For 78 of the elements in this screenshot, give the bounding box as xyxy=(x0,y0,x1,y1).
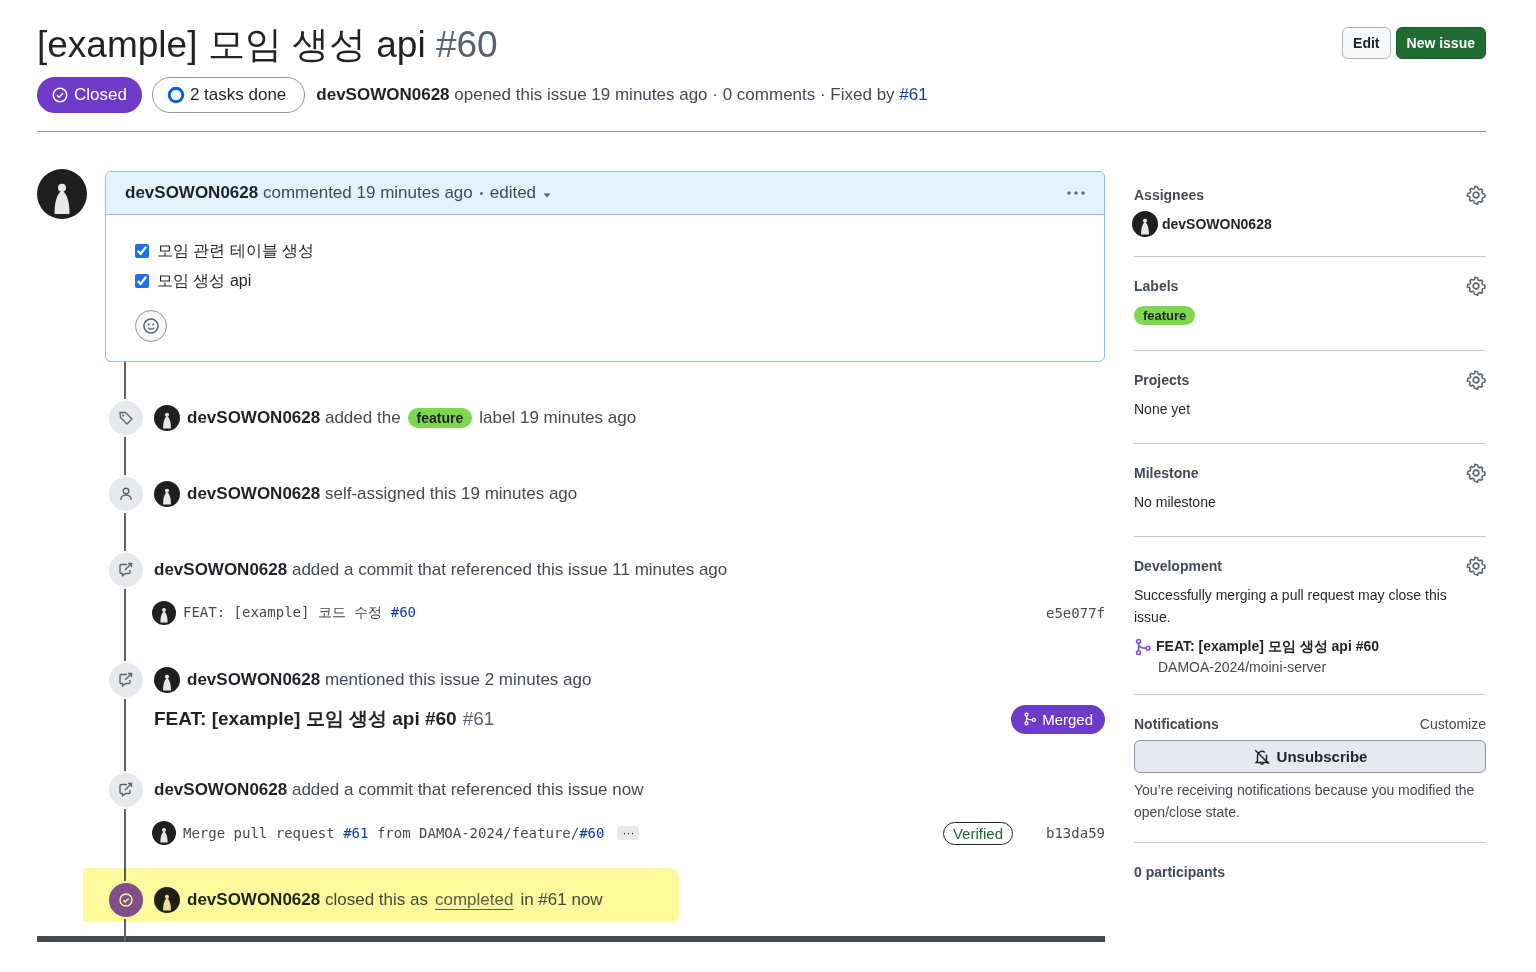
state-badge: Closed xyxy=(37,77,142,113)
settings-button[interactable] xyxy=(1466,276,1486,296)
merged-badge: Merged xyxy=(1011,704,1105,734)
label-badge: feature xyxy=(407,408,473,428)
smiley-icon xyxy=(142,317,160,335)
event-text: devSOWON0628 closed this as xyxy=(187,890,428,910)
section-title: Notifications xyxy=(1134,716,1219,732)
pull-request-number: #61 xyxy=(462,708,495,730)
section-title: Milestone xyxy=(1134,465,1199,481)
tag-icon xyxy=(118,410,134,426)
event-text: devSOWON0628 added the xyxy=(187,408,401,428)
notification-note: You’re receiving notifications because you modified the open/close state. xyxy=(1134,781,1476,822)
task-label: 모임 관련 테이블 생성 xyxy=(157,240,315,261)
event-text: devSOWON0628 self-assigned this 19 minutes ago xyxy=(187,484,578,504)
settings-button[interactable] xyxy=(1466,556,1486,576)
label-badge: feature xyxy=(1134,306,1196,325)
commit-sha[interactable]: e5e077f xyxy=(1046,605,1105,621)
settings-icon xyxy=(1466,556,1486,576)
more-icon xyxy=(1066,190,1086,196)
event-text: in #61 now xyxy=(520,890,603,910)
issue-link[interactable]: #61 xyxy=(899,85,928,104)
section-text: None yet xyxy=(1134,400,1192,419)
commit-message: FEAT: [example] 코드 수정 #60 xyxy=(183,604,416,622)
edit-button[interactable]: Edit xyxy=(1342,27,1391,59)
settings-icon xyxy=(1466,463,1486,483)
task-label: 모임 생성 api xyxy=(157,270,252,291)
section-title: Projects xyxy=(1134,372,1190,388)
assignee-link[interactable]: devSOWON0628 xyxy=(1162,216,1272,232)
commit-link[interactable]: #61 xyxy=(343,825,369,841)
avatar xyxy=(152,821,176,845)
pull-request-link[interactable]: FEAT: [example] 모임 생성 api #60 xyxy=(154,706,457,732)
settings-icon xyxy=(1466,276,1486,296)
section-title: 0 participants xyxy=(1134,864,1226,880)
expand-button[interactable]: ··· xyxy=(617,826,640,840)
event-text: devSOWON0628 mentioned this issue 2 minutes ago xyxy=(187,670,592,690)
issue-number: #60 xyxy=(434,24,498,65)
settings-button[interactable] xyxy=(1466,185,1486,205)
event-text: devSOWON0628 added a commit that referenced this issue 11 minutes ago xyxy=(154,560,728,580)
merge-icon xyxy=(1023,712,1038,726)
settings-icon xyxy=(1466,370,1486,390)
issue-meta: devSOWON0628 opened this issue 19 minutes ago · 0 comments · Fixed by #61 xyxy=(316,85,928,105)
section-text: No milestone xyxy=(1134,493,1217,512)
event-text: devSOWON0628 added a commit that referenced this issue now xyxy=(154,780,644,800)
cross-reference-icon xyxy=(118,672,134,688)
settings-icon xyxy=(1466,185,1486,205)
bell-slash-icon xyxy=(1252,747,1271,766)
avatar xyxy=(37,169,87,219)
merge-icon xyxy=(1134,638,1152,656)
edited-dropdown[interactable]: edited xyxy=(489,183,553,203)
commit-link[interactable]: #60 xyxy=(579,825,605,841)
section-title: Development xyxy=(1134,558,1222,574)
commit-link[interactable]: #60 xyxy=(390,604,416,620)
task-checkbox[interactable] xyxy=(135,274,149,288)
customize-link[interactable]: Customize xyxy=(1419,716,1486,732)
settings-button[interactable] xyxy=(1466,370,1486,390)
check-circle-icon xyxy=(51,86,69,104)
section-text: Successfully merging a pull request may close this issue. xyxy=(1134,586,1448,627)
unsubscribe-button[interactable]: Unsubscribe xyxy=(1134,740,1486,773)
new-issue-button[interactable]: New issue xyxy=(1395,27,1486,59)
section-title: Labels xyxy=(1134,278,1179,294)
avatar xyxy=(152,601,176,625)
commit-message: Merge pull request #61 from DAMOA-2024/feature/#60 xyxy=(183,825,605,841)
settings-button[interactable] xyxy=(1466,463,1486,483)
task-checkbox[interactable] xyxy=(135,244,149,258)
pull-request-link[interactable]: FEAT: [example] 모임 생성 api #60 xyxy=(1156,638,1379,656)
issue-title: [example] 모임 생성 api xyxy=(37,24,426,65)
repository-name: DAMOA-2024/moini-server xyxy=(1158,659,1328,675)
commit-sha[interactable]: b13da59 xyxy=(1046,825,1105,841)
section-title: Assignees xyxy=(1134,187,1205,203)
event-text: label 19 minutes ago xyxy=(479,408,637,428)
reaction-button[interactable] xyxy=(135,310,167,342)
cross-reference-icon xyxy=(118,562,134,578)
progress-ring-icon xyxy=(166,86,185,104)
status-link[interactable]: completed xyxy=(434,890,514,910)
cross-reference-icon xyxy=(118,782,134,798)
comment-meta: devSOWON0628 commented 19 minutes ago xyxy=(125,183,473,203)
person-icon xyxy=(118,486,134,502)
avatar xyxy=(1132,211,1158,237)
